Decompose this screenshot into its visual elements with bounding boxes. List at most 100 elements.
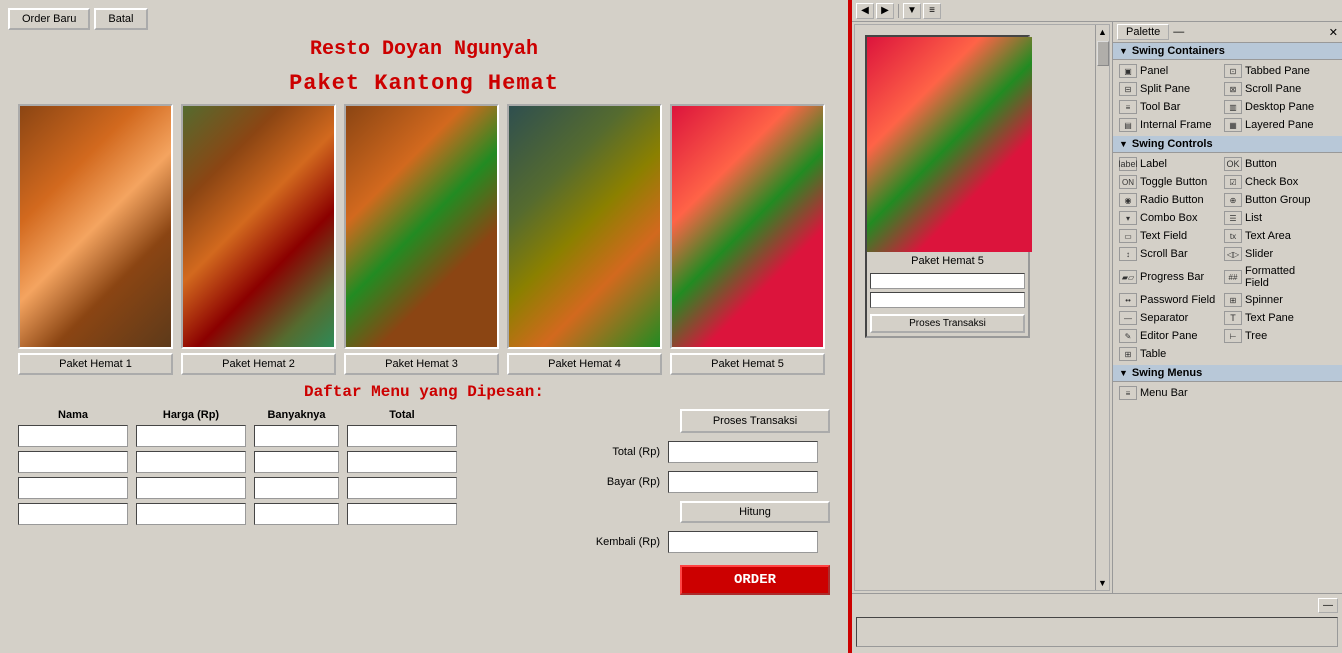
section-collapse-arrow: ▼: [1119, 46, 1128, 56]
design-proses-button[interactable]: Proses Transaksi: [870, 314, 1025, 333]
designer-scrollbar[interactable]: ▲ ▼: [1095, 25, 1109, 590]
palette-item-radio-button[interactable]: ◉ Radio Button: [1115, 191, 1220, 209]
palette-item-toggle-button[interactable]: ON Toggle Button: [1115, 173, 1220, 191]
palette-item-scroll-pane[interactable]: ⊠ Scroll Pane: [1220, 80, 1325, 98]
right-body: Paket Hemat 5 Proses Transaksi ▲: [852, 22, 1342, 593]
row2-banyak-input[interactable]: [254, 451, 339, 473]
row4-banyak-input[interactable]: [254, 503, 339, 525]
palette-item-tree[interactable]: ⊢ Tree: [1220, 327, 1325, 345]
row3-nama-input[interactable]: [18, 477, 128, 499]
palette-item-separator[interactable]: — Separator: [1115, 309, 1220, 327]
scroll-pane-label: Scroll Pane: [1245, 83, 1301, 95]
row2-harga-input[interactable]: [136, 451, 246, 473]
palette-item-password-field[interactable]: •• Password Field: [1115, 291, 1220, 309]
row1-banyak-input[interactable]: [254, 425, 339, 447]
row3-harga-input[interactable]: [136, 477, 246, 499]
package-5-button[interactable]: Paket Hemat 5: [670, 353, 825, 375]
batal-button[interactable]: Batal: [94, 8, 147, 30]
kembali-input[interactable]: [668, 531, 818, 553]
scroll-up-arrow[interactable]: ▲: [1096, 25, 1109, 39]
bayar-input[interactable]: [668, 471, 818, 493]
toggle-button-icon: ON: [1119, 175, 1137, 189]
app-area: Order Baru Batal Resto Doyan Ngunyah Pak…: [0, 0, 848, 653]
palette-section-swing-controls[interactable]: ▼ Swing Controls: [1113, 136, 1342, 153]
row2-nama-input[interactable]: [18, 451, 128, 473]
package-1: Paket Hemat 1: [18, 104, 173, 375]
palette-item-editor-pane[interactable]: ✎ Editor Pane: [1115, 327, 1220, 345]
row1-nama-input[interactable]: [18, 425, 128, 447]
food-image-2[interactable]: [181, 104, 336, 349]
hitung-button[interactable]: Hitung: [680, 501, 830, 523]
palette-item-menu-bar[interactable]: ≡ Menu Bar: [1115, 384, 1220, 402]
text-area-label: Text Area: [1245, 230, 1291, 242]
palette-item-tool-bar[interactable]: ≡ Tool Bar: [1115, 98, 1220, 116]
row3-total-input[interactable]: [347, 477, 457, 499]
palette-item-desktop-pane[interactable]: ▥ Desktop Pane: [1220, 98, 1325, 116]
swing-menus-items: ≡ Menu Bar: [1113, 382, 1342, 404]
row4-total-input[interactable]: [347, 503, 457, 525]
row1-total-input[interactable]: [347, 425, 457, 447]
palette-item-table[interactable]: ⊞ Table: [1115, 345, 1220, 363]
palette-item-layered-pane[interactable]: ▦ Layered Pane: [1220, 116, 1325, 134]
desktop-pane-icon: ▥: [1224, 100, 1242, 114]
palette-item-tabbed-pane[interactable]: ⊡ Tabbed Pane: [1220, 62, 1325, 80]
palette-minimize-button[interactable]: —: [1173, 26, 1184, 38]
toggle-button-label: Toggle Button: [1140, 176, 1207, 188]
food-img-placeholder-3: [346, 106, 497, 347]
palette-item-slider[interactable]: ◁▷ Slider: [1220, 245, 1325, 263]
palette-item-split-pane[interactable]: ⊟ Split Pane: [1115, 80, 1220, 98]
palette-item-internal-frame[interactable]: ▤ Internal Frame: [1115, 116, 1220, 134]
row2-total-input[interactable]: [347, 451, 457, 473]
palette-section-swing-containers[interactable]: ▼ Swing Containers: [1113, 43, 1342, 60]
palette-item-text-field[interactable]: ▭ Text Field: [1115, 227, 1220, 245]
tree-label: Tree: [1245, 330, 1267, 342]
palette-item-spinner[interactable]: ⊞ Spinner: [1220, 291, 1325, 309]
text-area-icon: tx: [1224, 229, 1242, 243]
nav-down-button[interactable]: ▼: [903, 3, 921, 19]
palette-item-button-group[interactable]: ⊕ Button Group: [1220, 191, 1325, 209]
app-title: Resto Doyan Ngunyah: [8, 38, 840, 61]
palette-item-scroll-bar[interactable]: ↕ Scroll Bar: [1115, 245, 1220, 263]
palette-item-text-area[interactable]: tx Text Area: [1220, 227, 1325, 245]
nav-back-button[interactable]: ◀: [856, 3, 874, 19]
palette-section-swing-menus[interactable]: ▼ Swing Menus: [1113, 365, 1342, 382]
package-1-button[interactable]: Paket Hemat 1: [18, 353, 173, 375]
order-button[interactable]: ORDER: [680, 565, 830, 595]
bottom-minimize-button[interactable]: —: [1318, 598, 1338, 613]
palette-tab[interactable]: Palette: [1117, 24, 1169, 40]
palette-item-button[interactable]: OK Button: [1220, 155, 1325, 173]
palette-close-button[interactable]: ✕: [1329, 26, 1338, 39]
nav-menu-button[interactable]: ≡: [923, 3, 941, 19]
total-label: Total (Rp): [580, 446, 660, 458]
package-4-button[interactable]: Paket Hemat 4: [507, 353, 662, 375]
food-image-3[interactable]: [344, 104, 499, 349]
row4-nama-input[interactable]: [18, 503, 128, 525]
food-image-4[interactable]: [507, 104, 662, 349]
palette-item-label[interactable]: label Label: [1115, 155, 1220, 173]
palette-item-check-box[interactable]: ☑ Check Box: [1220, 173, 1325, 191]
palette-item-progress-bar[interactable]: ▰▱ Progress Bar: [1115, 263, 1220, 291]
design-input-1[interactable]: [870, 273, 1025, 289]
palette-item-combo-box[interactable]: ▾ Combo Box: [1115, 209, 1220, 227]
design-input-2[interactable]: [870, 292, 1025, 308]
editor-pane-label: Editor Pane: [1140, 330, 1197, 342]
order-baru-button[interactable]: Order Baru: [8, 8, 90, 30]
text-pane-icon: T: [1224, 311, 1242, 325]
scroll-thumb[interactable]: [1097, 41, 1109, 66]
nav-forward-button[interactable]: ▶: [876, 3, 894, 19]
total-input[interactable]: [668, 441, 818, 463]
row3-banyak-input[interactable]: [254, 477, 339, 499]
scroll-down-arrow[interactable]: ▼: [1096, 576, 1109, 590]
row4-harga-input[interactable]: [136, 503, 246, 525]
proses-transaksi-button[interactable]: Proses Transaksi: [680, 409, 830, 433]
row1-harga-input[interactable]: [136, 425, 246, 447]
food-image-5[interactable]: [670, 104, 825, 349]
palette-item-formatted-field[interactable]: ## Formatted Field: [1220, 263, 1325, 291]
palette-item-list[interactable]: ☰ List: [1220, 209, 1325, 227]
package-3-button[interactable]: Paket Hemat 3: [344, 353, 499, 375]
formatted-field-icon: ##: [1224, 270, 1242, 284]
package-2-button[interactable]: Paket Hemat 2: [181, 353, 336, 375]
palette-item-text-pane[interactable]: T Text Pane: [1220, 309, 1325, 327]
palette-item-panel[interactable]: ▣ Panel: [1115, 62, 1220, 80]
food-image-1[interactable]: [18, 104, 173, 349]
